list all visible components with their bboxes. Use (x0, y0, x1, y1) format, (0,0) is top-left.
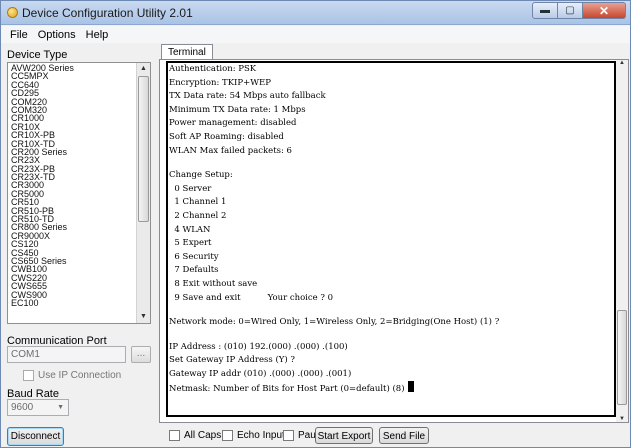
terminal-line-text: Set Gateway IP Address (Y) ? (169, 355, 295, 366)
terminal-line: 2 Channel 2 (169, 210, 614, 224)
terminal-line-text: 4 WLAN (169, 224, 211, 235)
terminal-line: Encryption: TKIP+WEP (169, 77, 614, 91)
send-file-button[interactable]: Send File (379, 427, 429, 444)
terminal-line: 0 Server (169, 183, 614, 197)
send-file-label: Send File (382, 431, 426, 442)
terminal-line: 5 Expert (169, 237, 614, 251)
terminal-output[interactable]: Authentication: PSK Encryption: TKIP+WEP T… (166, 61, 616, 417)
terminal-line: IP Address : (010) 192.(000) .(000) .(10… (169, 341, 614, 355)
terminal-panel[interactable]: Authentication: PSK Encryption: TKIP+WEP T… (159, 59, 629, 423)
terminal-line: Power management: disabled (169, 117, 614, 131)
device-list-scrollbar[interactable]: ▲ ▼ (136, 63, 150, 323)
terminal-line: TX Data rate: 54 Mbps auto fallback (169, 90, 614, 104)
app-window: Device Configuration Utility 2.01 ▬ ▢ ✕ … (0, 0, 631, 448)
port-browse-button[interactable]: ... (131, 346, 151, 363)
menu-options[interactable]: Options (33, 29, 81, 41)
scroll-thumb[interactable] (138, 76, 149, 222)
terminal-line-text: IP Address : (010) 192.(000) .(000) .(10… (169, 341, 348, 352)
window-controls: ▬ ▢ ✕ (532, 2, 626, 19)
checkbox-box[interactable] (283, 430, 294, 441)
all-caps-checkbox[interactable]: All Caps (169, 430, 221, 441)
use-ip-connection-label: Use IP Connection (38, 370, 122, 381)
terminal-line-text: 1 Channel 1 (169, 197, 227, 208)
tab-strip: Terminal (159, 43, 631, 61)
terminal-line-text: 9 Save and exit Your choice ? 0 (169, 292, 334, 303)
terminal-line-text: Soft AP Roaming: disabled (169, 131, 284, 142)
checkbox-box[interactable] (169, 430, 180, 441)
terminal-line: 1 Channel 1 (169, 196, 614, 210)
terminal-line-text: Power management: disabled (169, 118, 297, 129)
terminal-line: Soft AP Roaming: disabled (169, 131, 614, 145)
terminal-line: Netmask: Number of Bits for Host Part (0… (169, 381, 614, 395)
terminal-line-text: Netmask: Number of Bits for Host Part (0… (169, 384, 405, 395)
disconnect-button[interactable]: Disconnect (7, 427, 64, 446)
terminal-line-text: 2 Channel 2 (169, 210, 227, 221)
terminal-scrollbar[interactable]: ▲ ▼ (616, 60, 628, 422)
scroll-up-icon[interactable]: ▲ (616, 60, 628, 66)
echo-input-label: Echo Input (237, 430, 285, 441)
terminal-line: 6 Security (169, 251, 614, 265)
start-export-button[interactable]: Start Export (315, 427, 373, 444)
disconnect-label: Disconnect (10, 431, 61, 442)
terminal-line-text: Encryption: TKIP+WEP (169, 77, 271, 88)
communication-port-field[interactable]: COM1 (7, 346, 126, 363)
window-title: Device Configuration Utility 2.01 (22, 6, 193, 20)
terminal-line: Gateway IP addr (010) .(000) .(000) .(00… (169, 368, 614, 382)
terminal-line-text: WLAN Max failed packets: 6 (169, 145, 292, 156)
terminal-line-text: Authentication: PSK (169, 64, 257, 74)
terminal-line: Change Setup: (169, 169, 614, 183)
terminal-lines: Authentication: PSK Encryption: TKIP+WEP T… (168, 63, 614, 395)
terminal-line-text: 0 Server (169, 183, 212, 194)
maximize-button[interactable]: ▢ (558, 2, 583, 19)
terminal-line: Set Gateway IP Address (Y) ? (169, 354, 614, 368)
terminal-line-text: Network mode: 0=Wired Only, 1=Wireless O… (169, 317, 500, 328)
terminal-line: 9 Save and exit Your choice ? 0 (169, 292, 614, 306)
terminal-line: 4 WLAN (169, 224, 614, 238)
terminal-line: 8 Exit without save (169, 278, 614, 292)
baud-rate-value: 9600 (11, 402, 34, 413)
scroll-up-icon[interactable]: ▲ (137, 63, 150, 75)
terminal-line: Network mode: 0=Wired Only, 1=Wireless O… (169, 316, 614, 330)
device-type-list[interactable]: AVW200 Series CC5MPX CC640 CD295 COM220 COM32… (7, 62, 151, 324)
terminal-line: 7 Defaults (169, 264, 614, 278)
use-ip-connection-checkbox[interactable]: Use IP Connection (23, 370, 121, 381)
scroll-down-icon[interactable]: ▼ (616, 416, 628, 422)
checkbox-box[interactable] (23, 370, 34, 381)
title-bar[interactable]: Device Configuration Utility 2.01 ▬ ▢ ✕ (1, 1, 630, 25)
device-type-items: AVW200 Series CC5MPX CC640 CD295 COM220 COM32… (8, 63, 134, 307)
minimize-button[interactable]: ▬ (532, 2, 558, 19)
scroll-down-icon[interactable]: ▼ (137, 311, 150, 323)
all-caps-label: All Caps (184, 430, 222, 441)
terminal-line-text: Minimum TX Data rate: 1 Mbps (169, 104, 306, 115)
menu-help[interactable]: Help (81, 29, 114, 41)
close-button[interactable]: ✕ (583, 2, 626, 19)
chevron-down-icon: ▼ (57, 404, 64, 411)
start-export-label: Start Export (317, 431, 371, 442)
terminal-line: Authentication: PSK (169, 63, 614, 77)
checkbox-box[interactable] (222, 430, 233, 441)
terminal-line: Minimum TX Data rate: 1 Mbps (169, 104, 614, 118)
terminal-scroll-thumb[interactable] (617, 310, 627, 405)
app-icon (7, 7, 18, 18)
terminal-line-text: 7 Defaults (169, 265, 219, 276)
terminal-line-text: 8 Exit without save (169, 278, 258, 289)
device-list-item[interactable]: EC100 (11, 298, 134, 307)
terminal-line-text: 5 Expert (169, 238, 212, 249)
terminal-line-text: TX Data rate: 54 Mbps auto fallback (169, 91, 326, 102)
device-type-label: Device Type (7, 49, 68, 61)
menu-bar: File Options Help (1, 26, 630, 43)
terminal-line-text: 6 Security (169, 251, 219, 262)
menu-file[interactable]: File (5, 29, 33, 41)
baud-rate-select[interactable]: 9600 ▼ (7, 399, 69, 416)
terminal-line: WLAN Max failed packets: 6 (169, 145, 614, 159)
terminal-line-text: Change Setup: (169, 170, 233, 181)
terminal-cursor (407, 381, 414, 393)
terminal-line-text: Gateway IP addr (010) .(000) .(000) .(00… (169, 368, 352, 379)
echo-input-checkbox[interactable]: Echo Input (222, 430, 285, 441)
